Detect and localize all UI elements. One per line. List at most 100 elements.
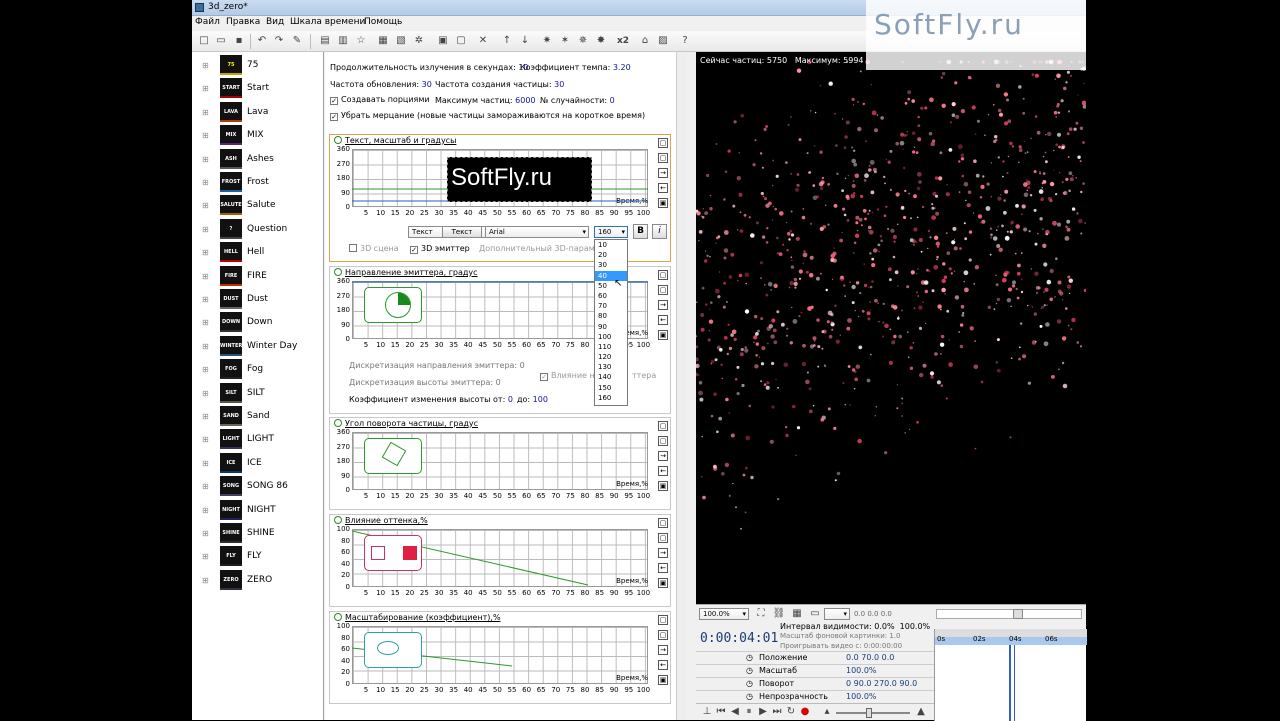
- font-size-dropdown[interactable]: 10 20 30 40 50 60 70 80 90 100 110 120 130 140 150 160 ↖: [594, 239, 628, 406]
- collapse-section-button[interactable]: ▢: [658, 533, 668, 543]
- property-row[interactable]: ◷ Масштаб 100.0%: [696, 664, 934, 677]
- stopwatch-icon[interactable]: ◷: [746, 679, 753, 688]
- expand-section-button[interactable]: ▢: [658, 138, 668, 148]
- emitter3d-checkbox[interactable]: ✓: [410, 246, 418, 254]
- expand-icon[interactable]: ⊞: [202, 155, 209, 164]
- random-value[interactable]: 0: [610, 96, 615, 105]
- expand-icon[interactable]: ⊞: [202, 342, 209, 351]
- font-size-option[interactable]: 150: [595, 383, 627, 393]
- influence-checkbox[interactable]: ✓: [540, 373, 548, 381]
- font-size-option[interactable]: 70: [595, 301, 627, 311]
- font-size-option[interactable]: 120: [595, 352, 627, 362]
- extra-3d-param[interactable]: Дополнительный 3D-параметр: [479, 244, 609, 253]
- preset-item[interactable]: ⊞ START Start: [192, 77, 323, 99]
- creation-value[interactable]: 30: [554, 80, 564, 89]
- arrow-left-icon[interactable]: ←: [658, 183, 668, 193]
- menu-view[interactable]: Вид: [266, 17, 284, 27]
- arrow-left-icon[interactable]: ←: [658, 660, 668, 670]
- max-particles-value[interactable]: 6000: [515, 96, 535, 105]
- preset-item[interactable]: ⊞ SILT SILT: [192, 382, 323, 404]
- font-select[interactable]: Arial: [485, 226, 589, 238]
- stopwatch-icon[interactable]: ◷: [746, 666, 753, 675]
- preview-scroll[interactable]: [936, 609, 1082, 619]
- font-size-option[interactable]: 80: [595, 311, 627, 321]
- go-start-icon[interactable]: ⏮: [714, 705, 728, 719]
- expand-icon[interactable]: ⊞: [202, 319, 209, 327]
- delete-icon[interactable]: ✕: [476, 34, 490, 48]
- expand-icon[interactable]: ⊞: [202, 366, 209, 374]
- parameters-scrollbar[interactable]: [676, 52, 687, 720]
- expand-icon[interactable]: ⊞: [202, 108, 209, 117]
- expand-section-button[interactable]: ▢: [658, 615, 668, 625]
- property-value[interactable]: 100.0%: [846, 692, 877, 701]
- preset-item[interactable]: ⊞ 75 75: [192, 54, 323, 76]
- pause-icon[interactable]: ⏸: [742, 705, 756, 719]
- preset-item[interactable]: ⊞ SALUTE Salute: [192, 194, 323, 216]
- edit-icon[interactable]: ✎: [290, 34, 304, 48]
- expand-icon[interactable]: ⊞: [202, 576, 209, 585]
- folder-icon[interactable]: ▤: [318, 34, 332, 48]
- height-to-value[interactable]: 100: [533, 395, 548, 404]
- scene3d-option[interactable]: 3D сцена: [349, 244, 399, 253]
- preview-zoom-select[interactable]: 100.0%: [699, 608, 749, 620]
- save-icon[interactable]: ▪: [232, 34, 246, 48]
- property-row[interactable]: ◷ Положение 0.0 70.0 0.0: [696, 651, 934, 664]
- step-forward-icon[interactable]: ▶: [756, 705, 770, 719]
- expand-icon[interactable]: ⊞: [202, 85, 209, 93]
- grid-toggle-icon[interactable]: ▣: [658, 330, 668, 340]
- influence-option[interactable]: ✓ Влияние на: [540, 371, 600, 381]
- preset-item[interactable]: ⊞ FIRE FIRE: [192, 265, 323, 287]
- image-icon[interactable]: ▨: [656, 34, 670, 48]
- preset-item[interactable]: ⊞ SHINE SHINE: [192, 522, 323, 544]
- property-value[interactable]: 100.0%: [846, 666, 877, 675]
- flicker-option[interactable]: ✓ Убрать мерцание (новые частицы заморажи…: [330, 111, 645, 121]
- arrow-left-icon[interactable]: ←: [658, 315, 668, 325]
- visibility-from[interactable]: 0.0%: [874, 622, 894, 631]
- particle-icon[interactable]: ✵: [576, 34, 590, 48]
- menu-file[interactable]: Файл: [195, 17, 220, 27]
- font-size-option[interactable]: 30: [595, 260, 627, 270]
- preset-item[interactable]: ⊞ WINTER Winter Day: [192, 335, 323, 357]
- arrow-left-icon[interactable]: ←: [658, 563, 668, 573]
- fit-icon[interactable]: ⛶: [754, 607, 768, 621]
- refresh-value[interactable]: 30: [422, 80, 432, 89]
- preset-item[interactable]: ⊞ HELL Hell: [192, 241, 323, 263]
- paste-icon[interactable]: ▢: [454, 34, 468, 48]
- text-button[interactable]: Текст: [442, 226, 482, 238]
- expand-icon[interactable]: ⊞: [202, 132, 209, 140]
- section-title[interactable]: Угол поворота частицы, градус: [334, 419, 478, 428]
- property-value[interactable]: 0.0 70.0 0.0: [846, 653, 894, 662]
- preset-item[interactable]: ⊞ FROST Frost: [192, 171, 323, 193]
- expand-icon[interactable]: ⊞: [202, 202, 209, 210]
- batches-checkbox[interactable]: ✓: [330, 97, 338, 105]
- new-file-icon[interactable]: □: [197, 34, 211, 48]
- stopwatch-icon[interactable]: ◷: [746, 692, 753, 701]
- stopwatch-icon[interactable]: ◷: [746, 653, 753, 662]
- expand-icon[interactable]: ⊞: [202, 249, 209, 257]
- copy-icon[interactable]: ▣: [436, 34, 450, 48]
- expand-icon[interactable]: ⊞: [202, 296, 209, 304]
- collapse-section-button[interactable]: ▢: [658, 630, 668, 640]
- redo-icon[interactable]: ↷: [272, 34, 286, 48]
- preset-item[interactable]: ⊞ SAND Sand: [192, 405, 323, 427]
- italic-button[interactable]: i: [652, 224, 667, 239]
- expand-icon[interactable]: ⊞: [202, 459, 209, 468]
- preset-item[interactable]: ⊞ SONG SONG 86: [192, 475, 323, 497]
- preset-item[interactable]: ⊞ LIGHT LIGHT: [192, 428, 323, 450]
- bold-button[interactable]: B: [633, 224, 648, 239]
- batches-option[interactable]: ✓ Создавать порциями: [330, 95, 430, 105]
- layer-select[interactable]: [824, 608, 850, 620]
- particle-icon[interactable]: ✸: [594, 34, 608, 48]
- timeline-cursor[interactable]: [1009, 645, 1011, 721]
- expand-icon[interactable]: ⊞: [202, 436, 209, 444]
- collapse-section-button[interactable]: ▢: [658, 285, 668, 295]
- pin-icon[interactable]: ⊥: [700, 705, 714, 719]
- preset-item[interactable]: ⊞ MIX MIX: [192, 124, 323, 146]
- scene3d-checkbox[interactable]: [349, 244, 357, 252]
- preset-item[interactable]: ⊞ ZERO ZERO: [192, 569, 323, 591]
- arrow-right-icon[interactable]: →: [658, 451, 668, 461]
- font-size-option[interactable]: 130: [595, 362, 627, 372]
- grid-toggle-icon[interactable]: ▣: [658, 481, 668, 491]
- particle-icon[interactable]: ✷: [540, 34, 554, 48]
- arrow-right-icon[interactable]: →: [658, 645, 668, 655]
